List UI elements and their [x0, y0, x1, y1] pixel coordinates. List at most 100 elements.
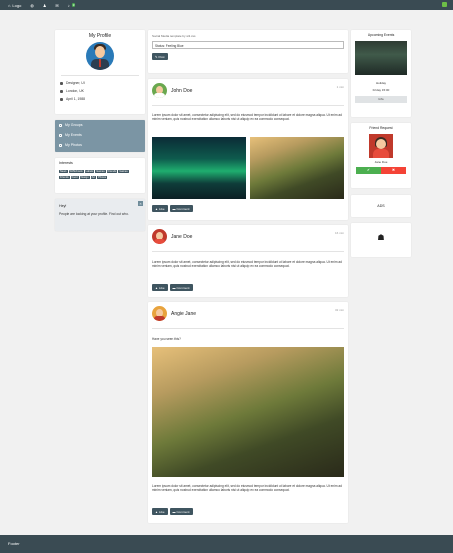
globe-icon[interactable]: ◍ — [30, 3, 34, 8]
friend-request-card: Friend Request Jane Doe ✔ ✖ — [351, 123, 411, 188]
comment-button[interactable]: ▬ Comment — [169, 205, 193, 212]
logo-link[interactable]: ⌂ Logo — [8, 3, 21, 8]
like-label: Like — [158, 509, 165, 514]
interest-tags: News W3Schools Labels Games Friends GamesFrie… — [59, 168, 141, 180]
comment-button[interactable]: ▬ Comment — [169, 284, 193, 291]
post-intro: Have you seen this? — [152, 337, 181, 341]
check-icon: ✔ — [367, 168, 370, 172]
post-author[interactable]: John Doe — [171, 88, 192, 94]
menu-item-events[interactable]: My Events — [55, 130, 145, 140]
post-author[interactable]: Angie Jane — [171, 311, 196, 317]
profile-birthday: April 1, 1988 — [66, 97, 86, 101]
thumbs-up-icon: ▲ — [155, 285, 158, 290]
account-avatar-icon[interactable] — [442, 2, 447, 7]
interest-tag: Design — [79, 176, 90, 179]
like-button[interactable]: ▲ Like — [152, 284, 168, 291]
notifications-button[interactable]: ♪ 3 — [68, 3, 76, 8]
bug-icon: ☗ — [377, 233, 385, 242]
post-time: 16 min — [334, 231, 344, 235]
post-author[interactable]: Jane Doe — [171, 234, 192, 240]
comment-button[interactable]: ▬ Comment — [169, 508, 193, 515]
post-card: Angie Jane 32 min Have you seen this? Lo… — [148, 302, 348, 523]
profile-role: Designer, UI — [66, 81, 85, 85]
post-button[interactable]: ✎ Post — [152, 53, 168, 60]
divider — [152, 328, 344, 329]
friend-name: Jane Doe — [374, 160, 388, 164]
info-button[interactable]: Info — [355, 96, 407, 103]
interest-tag: Art — [90, 176, 96, 179]
interest-tag: News — [59, 170, 68, 173]
interests-card: Interests News W3Schools Labels Games Friend… — [55, 158, 145, 193]
post-time: 32 min — [334, 308, 344, 312]
home-icon: ⌂ — [8, 2, 11, 8]
accept-button[interactable]: ✔ — [356, 167, 381, 174]
close-icon: ✖ — [392, 168, 395, 172]
interest-tag: Friends — [106, 170, 118, 173]
event-image[interactable] — [355, 41, 407, 75]
like-label: Like — [158, 285, 165, 290]
post-button-label: Post — [158, 54, 165, 59]
bug-card: ☗ — [351, 223, 411, 257]
post-image-landscape[interactable] — [152, 347, 344, 477]
menu-item-label: My Groups — [65, 123, 83, 127]
post-time: 1 min — [336, 85, 344, 89]
footer: Footer — [0, 535, 453, 553]
author-avatar — [152, 83, 167, 98]
alert-title: Hey! — [59, 204, 67, 208]
decline-button[interactable]: ✖ — [381, 167, 406, 174]
post-card: John Doe 1 min Lorem ipsum dolor sit ame… — [148, 79, 348, 220]
interest-tag: Food — [70, 176, 79, 179]
divider — [61, 75, 139, 76]
profile-role-row: Designer, UI — [60, 81, 145, 85]
pencil-icon — [60, 81, 63, 85]
notification-badge: 3 — [71, 3, 76, 7]
logo-label: Logo — [12, 2, 22, 8]
calendar-icon — [59, 133, 62, 137]
profile-birthday-row: April 1, 1988 — [60, 97, 145, 101]
users-icon — [59, 143, 62, 147]
profile-location-row: London, UK — [60, 89, 145, 93]
profile-location: London, UK — [66, 89, 84, 93]
status-input[interactable]: Status: Feeling Blue — [152, 41, 344, 49]
bell-icon: ♪ — [67, 2, 70, 8]
divider — [152, 105, 344, 106]
event-name: Holiday — [375, 81, 386, 85]
profile-card: My Profile Designer, UI London, UK April… — [55, 30, 145, 114]
close-icon[interactable]: × — [138, 201, 143, 206]
event-time: Friday 15:00 — [372, 88, 390, 92]
friend-request-title: Friend Request — [369, 126, 393, 130]
interest-tag: Photos — [96, 176, 108, 179]
comment-icon: ▬ — [172, 206, 176, 211]
post-image-aurora[interactable] — [152, 137, 246, 199]
like-button[interactable]: ▲ Like — [152, 205, 168, 212]
interest-tag: Friends — [59, 176, 70, 179]
menu-item-label: My Photos — [65, 143, 82, 147]
post-actions: ▲ Like ▬ Comment — [152, 205, 193, 212]
friend-avatar[interactable] — [369, 134, 393, 158]
interest-tag: W3Schools — [68, 170, 84, 173]
menu-item-photos[interactable]: My Photos — [55, 140, 145, 150]
author-avatar — [152, 229, 167, 244]
author-avatar — [152, 306, 167, 321]
envelope-icon[interactable]: ✉ — [55, 3, 58, 8]
post-header: Jane Doe — [152, 229, 192, 244]
post-actions: ▲ Like ▬ Comment — [152, 284, 193, 291]
post-text: Lorem ipsum dolor sit amet, consectetur … — [152, 260, 342, 269]
post-header: John Doe — [152, 83, 192, 98]
profile-avatar — [86, 42, 114, 70]
post-text: Lorem ipsum dolor sit amet, consectetur … — [152, 113, 342, 122]
interest-tag: Games — [95, 170, 106, 173]
menu-item-groups[interactable]: My Groups — [55, 120, 145, 130]
user-icon[interactable]: ♟ — [43, 3, 47, 8]
top-navbar: ⌂ Logo ◍ ♟ ✉ ♪ 3 — [0, 0, 453, 10]
comment-icon: ▬ — [172, 509, 176, 514]
interest-tag: Games — [118, 170, 129, 173]
thumbs-up-icon: ▲ — [155, 509, 158, 514]
footer-label: Footer — [8, 541, 20, 546]
like-label: Like — [158, 206, 165, 211]
post-card: Jane Doe 16 min Lorem ipsum dolor sit am… — [148, 225, 348, 297]
like-button[interactable]: ▲ Like — [152, 508, 168, 515]
friend-actions: ✔ ✖ — [356, 167, 406, 174]
comment-label: Comment — [176, 206, 190, 211]
post-image-landscape[interactable] — [250, 137, 344, 199]
